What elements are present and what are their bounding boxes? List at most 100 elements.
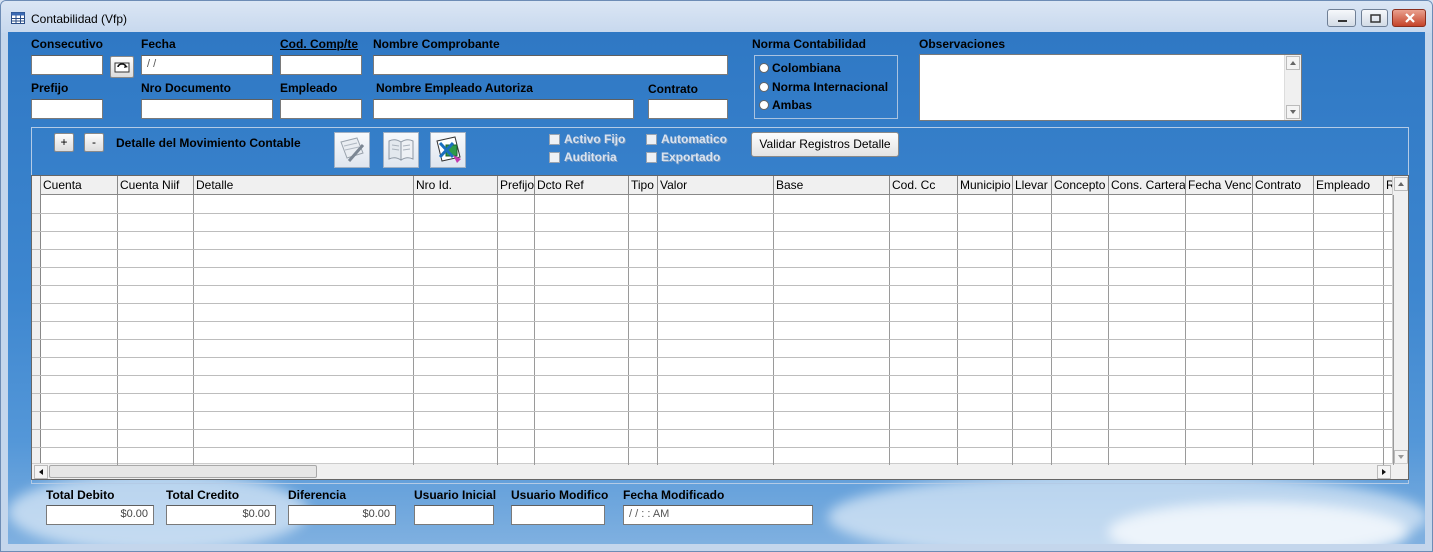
grid-column-divider xyxy=(1313,195,1314,465)
tool-button-edit[interactable] xyxy=(334,132,370,168)
checkbox-box[interactable] xyxy=(646,151,657,163)
grid-scroll-right-arrow[interactable] xyxy=(1377,465,1391,479)
table-row xyxy=(32,375,1392,376)
add-row-button[interactable]: + xyxy=(54,133,74,152)
observaciones-scrollbar[interactable] xyxy=(1284,55,1301,120)
grid-column-header[interactable]: Concepto xyxy=(1052,176,1109,194)
activo-fijo-checkbox[interactable]: Activo Fijo xyxy=(549,131,625,147)
grid-column-divider xyxy=(889,195,890,465)
grid-column-header[interactable]: Nro Id. xyxy=(414,176,498,194)
checkbox-label: Automatico xyxy=(661,132,727,146)
minimize-button[interactable] xyxy=(1327,9,1356,27)
title-bar[interactable]: Contabilidad (Vfp) xyxy=(1,1,1432,33)
auditoria-checkbox[interactable]: Auditoria xyxy=(549,149,617,165)
grid-column-divider xyxy=(1185,195,1186,465)
tool-button-excel[interactable] xyxy=(430,132,466,168)
grid-column-header[interactable]: Municipio xyxy=(958,176,1013,194)
grid-column-header[interactable]: Detalle xyxy=(194,176,414,194)
grid-column-header[interactable]: Tipo xyxy=(629,176,658,194)
nro-documento-field[interactable] xyxy=(141,99,273,119)
total-credito-field: $0.00 xyxy=(166,505,276,525)
grid-scroll-down-arrow[interactable] xyxy=(1394,450,1408,464)
empleado-field[interactable] xyxy=(280,99,362,119)
grid-column-divider xyxy=(534,195,535,465)
scroll-up-arrow[interactable] xyxy=(1286,56,1300,70)
radio-button[interactable] xyxy=(759,82,769,92)
grid-header: Cuenta Cuenta Niif Detalle Nro Id. Prefijo Dc… xyxy=(32,176,1394,195)
radio-button[interactable] xyxy=(759,100,769,110)
automatico-checkbox[interactable]: Automatico xyxy=(646,131,727,147)
minimize-icon xyxy=(1338,20,1347,22)
table-row xyxy=(32,393,1392,394)
radio-ambas[interactable]: Ambas xyxy=(759,97,812,113)
cod-comp-label[interactable]: Cod. Comp/te xyxy=(280,37,358,51)
maximize-button[interactable] xyxy=(1361,9,1388,27)
table-row xyxy=(32,447,1392,448)
form-client-area: Consecutivo Fecha Cod. Comp/te Nombre Co… xyxy=(8,32,1425,544)
radio-colombiana[interactable]: Colombiana xyxy=(759,60,841,76)
prefijo-field[interactable] xyxy=(31,99,103,119)
nombre-empleado-field[interactable] xyxy=(373,99,634,119)
grid-column-divider xyxy=(1012,195,1013,465)
total-debito-label: Total Debito xyxy=(46,488,115,502)
checkbox-label: Auditoria xyxy=(564,150,617,164)
radio-button[interactable] xyxy=(759,63,769,73)
grid-column-divider xyxy=(193,195,194,465)
checkbox-box[interactable] xyxy=(549,133,560,145)
grid-column-header[interactable]: Base xyxy=(774,176,890,194)
close-icon xyxy=(1405,13,1415,23)
radio-norma-internacional[interactable]: Norma Internacional xyxy=(759,79,888,95)
close-button[interactable] xyxy=(1392,9,1426,27)
grid-horizontal-scrollbar[interactable] xyxy=(32,463,1408,479)
grid-column-header[interactable]: Valor xyxy=(658,176,774,194)
grid-scroll-thumb[interactable] xyxy=(49,465,317,478)
grid-column-divider xyxy=(1383,195,1384,465)
usuario-inicial-field xyxy=(414,505,494,525)
checkbox-box[interactable] xyxy=(549,151,560,163)
validar-registros-button[interactable]: Validar Registros Detalle xyxy=(751,132,899,157)
norma-contabilidad-label: Norma Contabilidad xyxy=(752,37,867,51)
nro-documento-label: Nro Documento xyxy=(141,81,231,95)
grid-column-header[interactable]: Fecha Venc xyxy=(1186,176,1253,194)
grid-vertical-scrollbar[interactable] xyxy=(1392,176,1408,465)
chevron-right-icon xyxy=(1382,469,1386,475)
usuario-modifico-field xyxy=(511,505,605,525)
norma-contabilidad-group: Colombiana Norma Internacional Ambas xyxy=(754,55,898,119)
grid-column-header[interactable]: Prefijo xyxy=(498,176,535,194)
grid-column-divider xyxy=(657,195,658,465)
consecutivo-field[interactable] xyxy=(31,55,103,75)
table-row xyxy=(32,357,1392,358)
table-row xyxy=(32,303,1392,304)
detalle-grid[interactable]: Cuenta Cuenta Niif Detalle Nro Id. Prefijo Dc… xyxy=(31,175,1409,480)
fecha-field[interactable]: / / xyxy=(141,55,273,75)
refresh-icon xyxy=(114,62,130,73)
grid-scroll-left-arrow[interactable] xyxy=(34,465,48,479)
consecutivo-label: Consecutivo xyxy=(31,37,104,51)
scroll-down-arrow[interactable] xyxy=(1286,105,1300,119)
grid-column-divider xyxy=(957,195,958,465)
checkbox-label: Activo Fijo xyxy=(564,132,626,146)
remove-row-button[interactable]: - xyxy=(84,133,104,152)
checkbox-box[interactable] xyxy=(646,133,657,145)
grid-column-header[interactable]: Dcto Ref xyxy=(535,176,629,194)
grid-column-header[interactable]: Cuenta Niif xyxy=(118,176,194,194)
grid-column-header[interactable]: Empleado xyxy=(1314,176,1384,194)
grid-column-header[interactable]: Llevar xyxy=(1013,176,1052,194)
nombre-comprobante-field[interactable] xyxy=(373,55,728,75)
cod-comp-field[interactable] xyxy=(280,55,362,75)
grid-column-divider xyxy=(413,195,414,465)
contrato-field[interactable] xyxy=(648,99,728,119)
nombre-comprobante-label: Nombre Comprobante xyxy=(373,37,500,51)
grid-column-header[interactable]: Cod. Cc xyxy=(890,176,958,194)
radio-label: Norma Internacional xyxy=(772,80,889,94)
tool-button-book[interactable] xyxy=(383,132,419,168)
grid-column-header[interactable]: Cuenta xyxy=(41,176,118,194)
observaciones-memo[interactable] xyxy=(919,54,1302,121)
exportado-checkbox[interactable]: Exportado xyxy=(646,149,720,165)
grid-column-header[interactable]: Cons. Cartera xyxy=(1109,176,1186,194)
row-selector-column[interactable] xyxy=(32,176,41,479)
grid-scroll-up-arrow[interactable] xyxy=(1394,177,1408,191)
diferencia-field: $0.00 xyxy=(288,505,396,525)
grid-column-header[interactable]: Contrato xyxy=(1253,176,1314,194)
refresh-button[interactable] xyxy=(110,56,134,78)
